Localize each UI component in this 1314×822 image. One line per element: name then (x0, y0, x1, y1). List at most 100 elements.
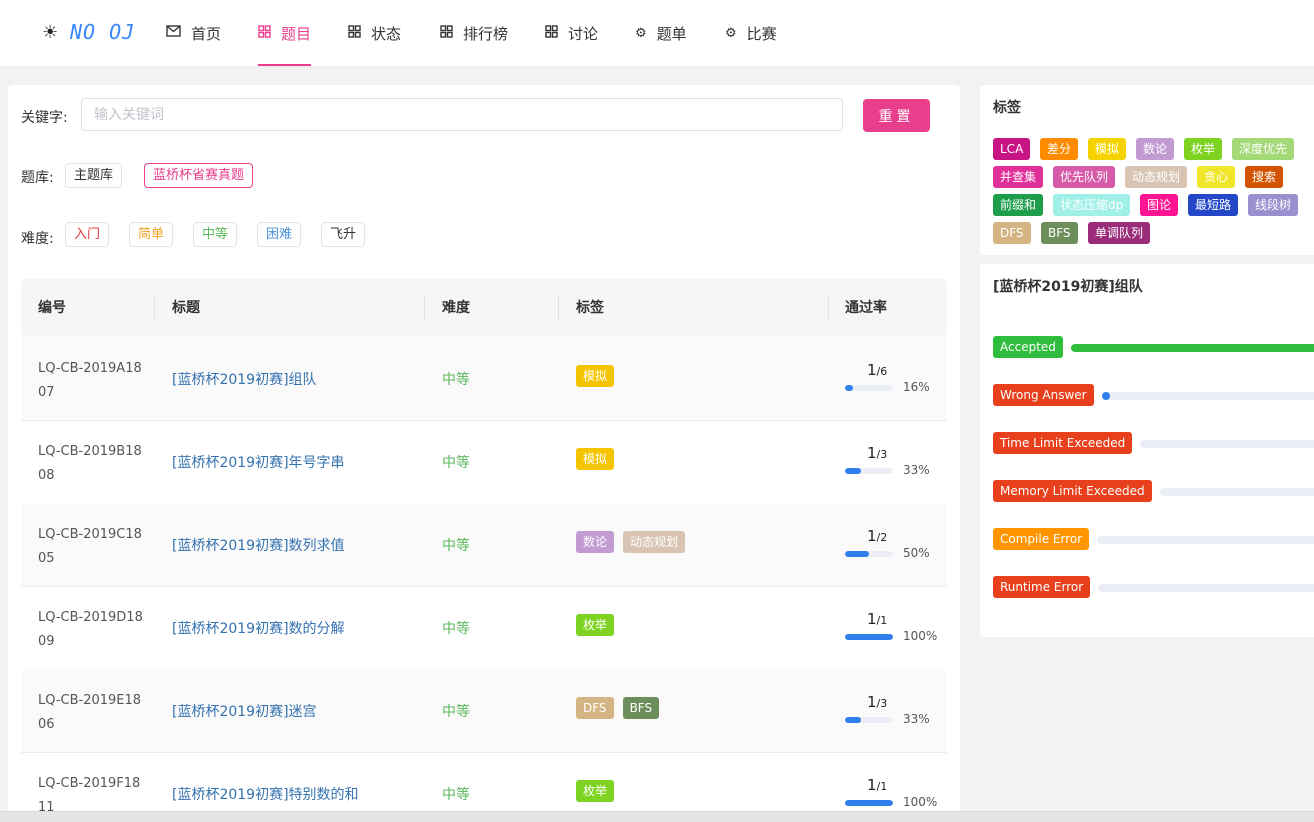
tag-filter-item[interactable]: 深度优先 (1232, 138, 1295, 160)
problem-title-link[interactable]: [蓝桥杯2019初赛]特别数的和 (172, 784, 359, 804)
gear-icon: ⚙ (725, 25, 737, 41)
tag-filter-item[interactable]: 图论 (1140, 194, 1179, 216)
tag-filter-item[interactable]: 最短路 (1188, 194, 1239, 216)
header-difficulty[interactable]: 难度 (442, 279, 470, 337)
problem-difficulty: 中等 (442, 372, 470, 388)
tag-filter-item[interactable]: 贪心 (1197, 166, 1236, 188)
nav-status-label: 状态 (371, 24, 402, 43)
nav-discussion[interactable]: 讨论 (545, 0, 598, 66)
status-tag: Memory Limit Exceeded (993, 480, 1152, 502)
tag-filter-item[interactable]: 模拟 (1088, 138, 1127, 160)
table-row[interactable]: LQ-CB-2019A1807 [蓝桥杯2019初赛]组队 中等 模拟 1/6 16% (21, 337, 947, 421)
keyword-label: 关键字: (21, 110, 68, 126)
status-bar (1160, 488, 1314, 496)
tag-filter-item[interactable]: 枚举 (1184, 138, 1223, 160)
problem-title-link[interactable]: [蓝桥杯2019初赛]数列求值 (172, 535, 345, 555)
logo-text: NO OJ (70, 20, 136, 44)
bottom-scrollbar[interactable] (0, 811, 1314, 822)
acceptance-bar (845, 385, 893, 391)
keyword-search-input[interactable] (81, 98, 843, 131)
acceptance-percent: 100% (903, 795, 938, 809)
reset-button[interactable]: 重置 (863, 99, 930, 132)
header-tags[interactable]: 标签 (576, 279, 604, 337)
tag-filter-item[interactable]: 线段树 (1248, 194, 1299, 216)
problem-title-link[interactable]: [蓝桥杯2019初赛]组队 (172, 369, 317, 389)
bank-main[interactable]: 主题库 (65, 163, 123, 188)
passed-count: 1 (867, 444, 877, 462)
table-row[interactable]: LQ-CB-2019E1806 [蓝桥杯2019初赛]迷宫 中等 DFS BFS 1/3 3… (21, 669, 947, 753)
tag-filter-item[interactable]: 搜索 (1245, 166, 1284, 188)
grid-icon (348, 24, 361, 42)
problem-tag[interactable]: DFS (576, 697, 614, 719)
nav-problems[interactable]: 题目 (258, 0, 312, 66)
tag-filter-item[interactable]: 并查集 (993, 166, 1044, 188)
problem-list-card: 关键字: 重置 题库: 主题库 蓝桥杯省赛真题 难度: 入门 简单 中等 困难 … (8, 85, 960, 821)
tag-filter-item[interactable]: 状态压缩dp (1053, 194, 1131, 216)
acceptance-fraction: 1/1 (867, 610, 888, 628)
problem-tag[interactable]: BFS (622, 697, 660, 719)
grid-icon (440, 24, 453, 42)
table-row[interactable]: LQ-CB-2019D1809 [蓝桥杯2019初赛]数的分解 中等 枚举 1/1 100… (21, 586, 947, 670)
header-divider (558, 296, 559, 320)
status-tag: Accepted (993, 336, 1063, 358)
tag-filter-item[interactable]: 优先队列 (1053, 166, 1116, 188)
problem-tags: DFS BFS (576, 697, 660, 719)
problem-title-link[interactable]: [蓝桥杯2019初赛]年号字串 (172, 452, 345, 472)
problem-tag[interactable]: 枚举 (576, 614, 615, 636)
total-count: 3 (880, 697, 888, 710)
problem-tag[interactable]: 枚举 (576, 780, 615, 802)
problem-tag[interactable]: 动态规划 (623, 531, 686, 553)
tag-filter-item[interactable]: BFS (1041, 222, 1078, 244)
header-id[interactable]: 编号 (38, 279, 66, 337)
difficulty-hard[interactable]: 困难 (257, 222, 302, 247)
submission-stats-panel: [蓝桥杯2019初赛]组队 Accepted Wrong Answer Time L… (980, 264, 1314, 637)
header-rate[interactable]: 通过率 (845, 279, 887, 337)
header-divider (828, 296, 829, 320)
problem-title-link[interactable]: [蓝桥杯2019初赛]迷宫 (172, 701, 317, 721)
nav-contests[interactable]: ⚙ 比赛 (725, 0, 777, 66)
status-bar (1140, 440, 1314, 448)
acceptance-fraction: 1/1 (867, 776, 888, 794)
status-bar (1102, 392, 1314, 400)
nav-home[interactable]: 首页 (166, 0, 221, 66)
difficulty-medium[interactable]: 中等 (193, 222, 238, 247)
bank-lanqiao[interactable]: 蓝桥杯省赛真题 (144, 163, 254, 188)
stats-title: [蓝桥杯2019初赛]组队 (993, 279, 1143, 295)
nav-problem-lists[interactable]: ⚙ 题单 (635, 0, 687, 66)
nav-discussion-label: 讨论 (568, 24, 599, 43)
acceptance-rate: 1/3 33% (845, 444, 945, 484)
problem-tags: 枚举 (576, 780, 615, 802)
problem-tags: 枚举 (576, 614, 615, 636)
tag-filter-item[interactable]: 动态规划 (1125, 166, 1188, 188)
difficulty-entry[interactable]: 入门 (65, 222, 110, 247)
acceptance-bar (845, 551, 893, 557)
tag-filter-item[interactable]: 单调队列 (1088, 222, 1151, 244)
acceptance-bar (845, 717, 893, 723)
passed-count: 1 (867, 610, 877, 628)
table-row[interactable]: LQ-CB-2019B1808 [蓝桥杯2019初赛]年号字串 中等 模拟 1/3 33% (21, 420, 947, 504)
header-title[interactable]: 标题 (172, 279, 200, 337)
difficulty-label: 难度: (21, 231, 54, 247)
problem-tag[interactable]: 模拟 (576, 365, 615, 387)
problem-id: LQ-CB-2019A1807 (38, 361, 142, 400)
nav-status[interactable]: 状态 (348, 0, 401, 66)
problem-tag[interactable]: 模拟 (576, 448, 615, 470)
tag-filter-item[interactable]: 前缀和 (993, 194, 1044, 216)
status-bar (1098, 584, 1314, 592)
site-logo[interactable]: ☀ NO OJ (42, 20, 135, 44)
status-tag: Time Limit Exceeded (993, 432, 1133, 454)
nav-ranking[interactable]: 排行榜 (440, 0, 508, 66)
problem-title-link[interactable]: [蓝桥杯2019初赛]数的分解 (172, 618, 345, 638)
tag-filter-item[interactable]: DFS (993, 222, 1031, 244)
table-row[interactable]: LQ-CB-2019C1805 [蓝桥杯2019初赛]数列求值 中等 数论 动态规划 1/… (21, 503, 947, 587)
grid-icon (258, 24, 271, 42)
gear-icon: ⚙ (635, 25, 647, 41)
difficulty-ascend[interactable]: 飞升 (321, 222, 366, 247)
problem-id: LQ-CB-2019B1808 (38, 444, 142, 483)
tag-filter-item[interactable]: 差分 (1040, 138, 1079, 160)
status-bar (1071, 344, 1314, 352)
tag-filter-item[interactable]: LCA (993, 138, 1031, 160)
problem-tag[interactable]: 数论 (576, 531, 615, 553)
tag-filter-item[interactable]: 数论 (1136, 138, 1175, 160)
difficulty-easy[interactable]: 简单 (129, 222, 174, 247)
